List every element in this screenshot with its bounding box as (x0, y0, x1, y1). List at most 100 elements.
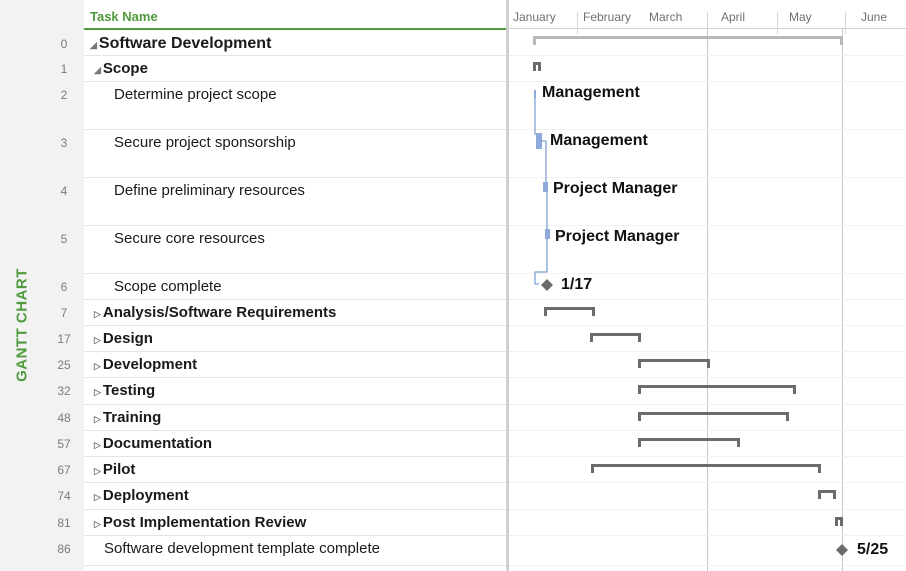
dependency-link[interactable] (534, 239, 548, 285)
task-row[interactable]: ▷ Deployment (84, 482, 506, 510)
milestone-label: 1/17 (561, 276, 592, 293)
view-bar: GANTT CHART (0, 0, 44, 571)
task-row[interactable]: Scope complete (84, 273, 506, 300)
summary-bar-deployment-end-cap[interactable] (833, 490, 836, 499)
task-name-cell[interactable]: ◢ Scope (94, 60, 148, 77)
row-id: 0 (60, 37, 68, 51)
task-name: Define preliminary resources (114, 182, 305, 199)
task-bar-define-resources[interactable] (543, 182, 548, 192)
summary-bar-testing-end-cap[interactable] (793, 385, 796, 394)
task-row[interactable]: ▷ Pilot (84, 456, 506, 483)
task-bar-determine-scope[interactable] (534, 90, 536, 98)
row-id: 25 (57, 358, 71, 372)
task-row[interactable]: ▷ Training (84, 404, 506, 431)
task-row[interactable]: Software development template complete (84, 535, 506, 566)
summary-bar-training-start-cap[interactable] (638, 412, 641, 421)
task-row[interactable]: Secure project sponsorship (84, 129, 506, 178)
task-row[interactable]: ▷ Development (84, 351, 506, 378)
task-row[interactable]: ▷ Documentation (84, 430, 506, 457)
collapse-toggle-icon[interactable]: ◢ (90, 40, 97, 50)
task-name: Determine project scope (114, 86, 277, 103)
summary-bar-post-review-end-cap[interactable] (840, 517, 843, 526)
milestone-template-complete[interactable] (836, 544, 848, 556)
task-name-cell[interactable]: ▷ Pilot (94, 461, 135, 478)
summary-bar-analysis-start-cap[interactable] (544, 307, 547, 316)
resource-label: Project Manager (553, 180, 677, 197)
project-summary-bar-start-cap[interactable] (533, 36, 536, 45)
column-header-task-name[interactable]: Task Name (90, 9, 158, 24)
row-id: 2 (60, 88, 68, 102)
task-name: Analysis/Software Requirements (102, 304, 337, 321)
summary-bar-pilot-end-cap[interactable] (818, 464, 821, 473)
project-summary-bar[interactable] (533, 36, 843, 39)
summary-bar-documentation-end-cap[interactable] (737, 438, 740, 447)
expand-toggle-icon[interactable]: ▷ (94, 335, 101, 345)
view-bar-label: GANTT CHART (13, 268, 31, 382)
expand-toggle-icon[interactable]: ▷ (94, 387, 101, 397)
task-name: Training (102, 409, 162, 426)
task-name-cell[interactable]: ▷ Testing (94, 382, 155, 399)
task-row[interactable]: ▷ Testing (84, 377, 506, 405)
task-name-cell[interactable]: ▷ Deployment (94, 487, 189, 504)
task-name-cell[interactable]: ▷ Training (94, 409, 161, 426)
summary-bar-training-end-cap[interactable] (786, 412, 789, 421)
project-summary-bar-end-cap[interactable] (840, 36, 843, 45)
summary-bar-pilot[interactable] (591, 464, 821, 467)
expand-toggle-icon[interactable]: ▷ (94, 519, 101, 529)
task-name-cell[interactable]: ▷ Development (94, 356, 197, 373)
task-name-cell[interactable]: ▷ Documentation (94, 435, 212, 452)
summary-bar-documentation-start-cap[interactable] (638, 438, 641, 447)
task-name-cell[interactable]: ▷ Design (94, 330, 153, 347)
task-row[interactable]: Determine project scope (84, 81, 506, 130)
task-row[interactable]: Secure core resources (84, 225, 506, 274)
summary-bar-design-start-cap[interactable] (590, 333, 593, 342)
task-row[interactable]: ▷ Post Implementation Review (84, 509, 506, 536)
summary-bar-development[interactable] (638, 359, 710, 362)
summary-bar-development-start-cap[interactable] (638, 359, 641, 368)
row-id: 4 (60, 184, 68, 198)
collapse-toggle-icon[interactable]: ◢ (94, 65, 101, 75)
task-name-cell[interactable]: Determine project scope (114, 86, 277, 103)
task-bar-secure-sponsorship[interactable] (536, 133, 542, 149)
summary-bar-pilot-start-cap[interactable] (591, 464, 594, 473)
task-row[interactable]: ◢ Software Development (84, 30, 506, 56)
task-name-cell[interactable]: ▷ Analysis/Software Requirements (94, 304, 336, 321)
summary-bar-design-end-cap[interactable] (638, 333, 641, 342)
resource-label: Management (550, 132, 648, 149)
task-name-cell[interactable]: Scope complete (114, 278, 222, 295)
expand-toggle-icon[interactable]: ▷ (94, 440, 101, 450)
task-name-cell[interactable]: Define preliminary resources (114, 182, 305, 199)
task-name-cell[interactable]: ◢ Software Development (90, 35, 271, 53)
summary-bar-deployment-start-cap[interactable] (818, 490, 821, 499)
expand-toggle-icon[interactable]: ▷ (94, 492, 101, 502)
expand-toggle-icon[interactable]: ▷ (94, 466, 101, 476)
milestone-scope-complete[interactable] (541, 279, 553, 291)
task-bar-secure-core[interactable] (545, 229, 550, 239)
summary-bar-documentation[interactable] (638, 438, 740, 441)
task-row[interactable]: ▷ Analysis/Software Requirements (84, 299, 506, 326)
summary-bar-development-end-cap[interactable] (707, 359, 710, 368)
task-row[interactable]: ▷ Design (84, 325, 506, 352)
task-row[interactable]: ◢ Scope (84, 55, 506, 82)
task-name-cell[interactable]: Secure project sponsorship (114, 134, 296, 151)
task-name-cell[interactable]: ▷ Post Implementation Review (94, 514, 306, 531)
scope-summary-bar-start-cap[interactable] (533, 62, 536, 71)
summary-bar-testing-start-cap[interactable] (638, 385, 641, 394)
summary-bar-post-review-start-cap[interactable] (835, 517, 838, 526)
summary-bar-analysis[interactable] (544, 307, 595, 310)
summary-bar-training[interactable] (638, 412, 789, 415)
task-name-cell[interactable]: Secure core resources (114, 230, 265, 247)
summary-bar-analysis-end-cap[interactable] (592, 307, 595, 316)
gantt-bars: Management Management Project Manager Proje… (533, 36, 888, 558)
expand-toggle-icon[interactable]: ▷ (94, 361, 101, 371)
task-name: Software development template complete (104, 540, 380, 557)
expand-toggle-icon[interactable]: ▷ (94, 414, 101, 424)
row-id: 17 (57, 332, 71, 346)
scope-summary-bar-end-cap[interactable] (538, 62, 541, 71)
task-name-cell[interactable]: Software development template complete (104, 540, 380, 557)
expand-toggle-icon[interactable]: ▷ (94, 309, 101, 319)
task-row[interactable]: Define preliminary resources (84, 177, 506, 226)
summary-bar-testing[interactable] (638, 385, 796, 388)
task-name: Development (102, 356, 198, 373)
summary-bar-design[interactable] (590, 333, 641, 336)
